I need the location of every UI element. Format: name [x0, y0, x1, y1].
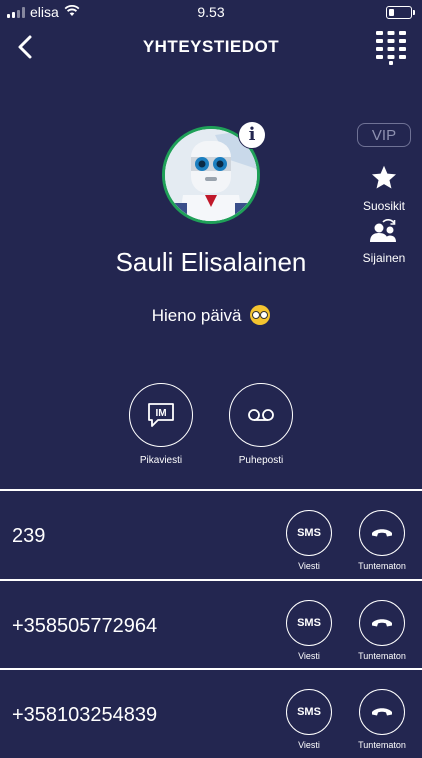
chat-bubble-icon: IM — [148, 403, 174, 427]
sms-label: Viesti — [298, 561, 320, 571]
info-button[interactable]: i — [238, 121, 266, 149]
call-button[interactable]: Tuntematon — [352, 510, 412, 571]
im-label: Pikaviesti — [139, 455, 183, 466]
sms-icon: SMS — [286, 689, 332, 735]
call-button[interactable]: Tuntematon — [352, 600, 412, 661]
voicemail-icon — [248, 409, 274, 421]
vip-button[interactable]: VIP — [357, 123, 411, 147]
call-circle — [359, 689, 405, 735]
sms-button[interactable]: SMS Viesti — [279, 600, 339, 661]
status-bar: elisa 9.53 — [0, 0, 422, 24]
page-title: YHTEYSTIEDOT — [142, 37, 280, 56]
phone-handset-icon — [372, 619, 392, 627]
status-message: Hieno päivä — [0, 305, 422, 326]
sms-label: Viesti — [298, 651, 320, 661]
phone-number-row: +358505772964 SMS Viesti Tuntematon — [0, 581, 422, 669]
nerd-face-emoji-icon — [250, 305, 271, 325]
call-circle — [359, 510, 405, 556]
voicemail-circle — [229, 383, 293, 447]
sms-icon: SMS — [286, 510, 332, 556]
status-message-text: Hieno päivä — [151, 306, 242, 325]
phone-number[interactable]: +358505772964 — [12, 615, 157, 638]
contact-name: Sauli Elisalainen — [115, 247, 307, 277]
call-button[interactable]: Tuntematon — [352, 689, 412, 750]
phone-number-row: +358103254839 SMS Viesti Tuntematon — [0, 670, 422, 758]
sms-button[interactable]: SMS Viesti — [279, 510, 339, 571]
dialpad-icon[interactable] — [374, 29, 408, 65]
header: YHTEYSTIEDOT — [0, 24, 422, 70]
voicemail-button[interactable]: Puheposti — [221, 383, 301, 466]
call-label: Tuntematon — [358, 561, 406, 571]
person-swap-icon — [370, 219, 396, 242]
contact-avatar-container: i — [162, 121, 266, 224]
im-circle: IM — [129, 383, 193, 447]
phone-number[interactable]: +358103254839 — [12, 704, 157, 727]
sms-label: Viesti — [298, 740, 320, 750]
instant-message-button[interactable]: IM Pikaviesti — [121, 383, 201, 466]
phone-number-row: 239 SMS Viesti Tuntematon — [0, 491, 422, 579]
call-label: Tuntematon — [358, 651, 406, 661]
sms-button[interactable]: SMS Viesti — [279, 689, 339, 750]
sms-icon: SMS — [286, 600, 332, 646]
phone-number[interactable]: 239 — [12, 525, 45, 548]
phone-handset-icon — [372, 529, 392, 537]
phone-handset-icon — [372, 708, 392, 716]
voicemail-label: Puheposti — [238, 455, 284, 466]
star-icon — [371, 165, 397, 189]
favorites-button[interactable]: Suosikit — [354, 164, 414, 213]
im-icon-text: IM — [155, 408, 166, 419]
call-circle — [359, 600, 405, 646]
status-clock: 9.53 — [197, 4, 225, 20]
favorites-label: Suosikit — [362, 199, 406, 213]
call-label: Tuntematon — [358, 740, 406, 750]
battery-icon — [386, 6, 415, 19]
